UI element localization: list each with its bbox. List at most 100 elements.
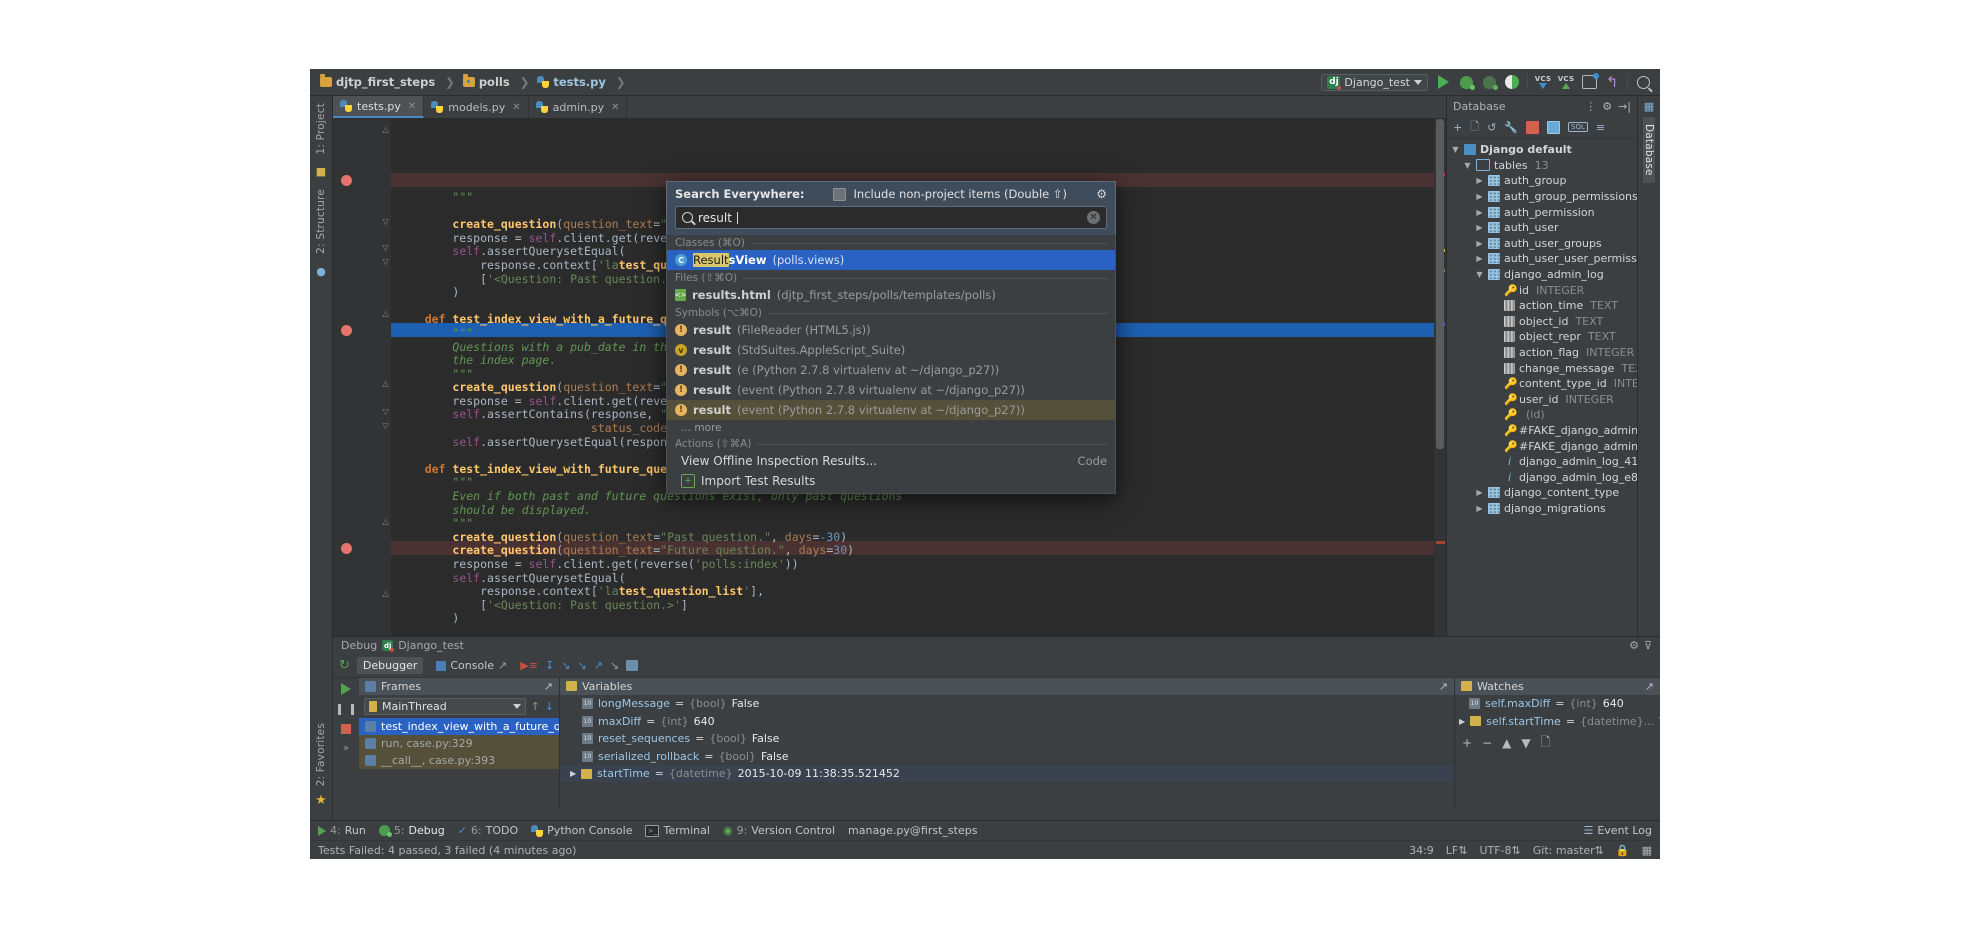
settings-icon[interactable]: ⚙ [1602,100,1612,113]
code-line[interactable]: ) [397,612,1434,626]
search-everywhere-popup[interactable]: Search Everywhere: Include non-project i… [666,181,1116,494]
more-results-link[interactable]: ... more [667,420,1115,436]
memory-icon[interactable]: ▦ [1642,844,1652,857]
breadcrumb-item-polls[interactable]: polls ❯ [461,75,536,89]
db-tree-node[interactable]: idjango_admin_log_e8701a [1447,469,1637,485]
tool-button-terminal[interactable]: >_ Terminal [645,824,710,837]
refresh-icon[interactable]: ↺ [1487,121,1496,134]
db-tree-node[interactable]: action_flagINTEGER [1447,345,1637,361]
lock-icon[interactable]: 🔒 [1616,844,1630,857]
db-tree-node[interactable]: 🔑user_idINTEGER [1447,392,1637,408]
add-datasource-button[interactable]: + [1453,121,1462,134]
hide-icon[interactable]: →| [1618,100,1631,113]
twisty-icon[interactable]: ▶ [1475,192,1484,201]
collapse-all-icon[interactable]: ≡ [1596,121,1605,134]
twisty-icon[interactable]: ▶ [1475,208,1484,217]
db-tree-node[interactable]: ▶auth_user_user_permissions [1447,251,1637,267]
db-tree-node[interactable]: 🔑content_type_idINTEGER [1447,376,1637,392]
tool-button-version-control[interactable]: ◉ 9: Version Control [723,824,835,837]
duplicate-button[interactable]: 🗋 [1470,118,1479,137]
arrow-up-icon[interactable]: ↑ [531,700,540,713]
variable-row[interactable]: ▶startTime={datetime}2015-10-09 11:38:35… [560,765,1454,783]
editor-scrollbar[interactable] [1434,119,1446,636]
search-result-item[interactable]: vresult(StdSuites.AppleScript_Suite) [667,340,1115,360]
rollback-button[interactable]: ↰ [1604,74,1620,90]
sidebar-item-favorites[interactable]: 2: Favorites [315,716,327,793]
code-editor[interactable]: △ ▽ ▽ ▽ △ △ ▽ ▽ △ △ """ create_qu [333,119,1446,636]
caret-position[interactable]: 34:9 [1409,844,1434,857]
fold-handle-icon[interactable]: △ [381,125,390,134]
copy-icon[interactable]: 🗋 [1541,733,1551,754]
fold-handle-icon[interactable]: ▽ [381,421,390,430]
db-tree-node[interactable]: ▼Django default [1447,142,1637,158]
arrow-down-icon[interactable]: ↓ [545,700,554,713]
run-to-cursor-icon[interactable]: ↘ [610,659,619,672]
chevron-down-icon[interactable] [513,704,521,709]
db-tree-node[interactable]: ▶auth_group_permissions [1447,189,1637,205]
twisty-icon[interactable]: ▶ [1475,504,1484,513]
vcs-update-button[interactable]: VCS [1535,74,1551,90]
variable-row[interactable]: 10longMessage={bool}False [560,695,1454,713]
gear-icon[interactable]: ⚙ [1096,187,1107,201]
tool-button-manage-py[interactable]: manage.py@first_steps [848,824,977,837]
tab-models-py[interactable]: models.py ✕ [424,96,528,118]
hierarchy-icon[interactable]: ● [316,265,326,278]
db-tree-node[interactable]: object_idTEXT [1447,314,1637,330]
step-into-icon[interactable]: ↘ [561,659,570,672]
sidebar-item-database[interactable]: Database [1643,117,1655,183]
db-tree-node[interactable]: change_messageTEXT [1447,360,1637,376]
code-line[interactable]: response = self.client.get(reverse('poll… [397,558,1434,572]
settings-icon[interactable]: ⚙ [1629,639,1639,652]
show-execution-point-icon[interactable]: ▶≡ [520,659,538,672]
db-tree-node[interactable]: ▶auth_permission [1447,204,1637,220]
action-item[interactable]: View Offline Inspection Results...Code [667,451,1115,471]
twisty-icon[interactable]: ▶ [1475,176,1484,185]
db-tree-node[interactable]: ▼tables13 [1447,158,1637,174]
fold-handle-icon[interactable]: △ [381,379,390,388]
close-icon[interactable]: ✕ [512,102,520,113]
code-line[interactable]: should be displayed. [397,504,1434,518]
settings-icon[interactable]: ↗ [1645,680,1654,693]
run-coverage-button[interactable] [1481,74,1497,90]
breadcrumb-item-file[interactable]: tests.py ❯ [535,75,631,89]
pause-icon[interactable] [338,704,354,715]
tool-button-todo[interactable]: ✓ 6: TODO [458,824,518,837]
fold-handle-icon[interactable]: ▽ [381,217,390,226]
tab-debugger[interactable]: Debugger [357,657,423,674]
settings-icon[interactable]: ↗ [544,680,553,693]
twisty-icon[interactable]: ▶ [1475,223,1484,232]
event-log-button[interactable]: ☰ Event Log [1583,824,1652,837]
code-line[interactable]: response.context['latest_question_list']… [397,585,1434,599]
fold-handle-icon[interactable]: △ [381,589,390,598]
db-tree-node[interactable]: action_timeTEXT [1447,298,1637,314]
sql-console-icon[interactable]: SQL [1568,122,1588,132]
add-watch-icon[interactable]: + [1462,736,1472,750]
file-encoding[interactable]: UTF-8⇅ [1479,844,1520,857]
commander-icon[interactable]: ■ [316,165,326,178]
frame-item[interactable]: __call__, case.py:393 [359,752,559,769]
run-configuration-selector[interactable]: dj Django_test [1321,74,1428,91]
breakpoint-icon[interactable] [341,543,352,554]
twisty-icon[interactable]: ▼ [1451,145,1460,154]
fold-handle-icon[interactable]: ▽ [381,243,390,252]
twisty-icon[interactable]: ▶ [1475,254,1484,263]
clear-icon[interactable]: ✕ [1087,211,1100,224]
evaluate-icon[interactable] [626,660,638,671]
fold-column[interactable]: △ ▽ ▽ ▽ △ △ ▽ ▽ △ △ [379,119,391,636]
search-everywhere-button[interactable] [1635,74,1651,90]
twisty-icon[interactable]: ▼ [1475,270,1484,279]
db-tree-node[interactable]: ▶django_migrations [1447,501,1637,517]
properties-icon[interactable]: 🔧 [1504,121,1518,134]
sidebar-item-project[interactable]: 1: Project [315,96,327,161]
db-tree-node[interactable]: object_reprTEXT [1447,329,1637,345]
code-line[interactable]: create_question(question_text="Future qu… [397,544,1434,558]
fold-handle-icon[interactable]: △ [381,309,390,318]
expand-arrow-icon[interactable]: ▶ [570,769,576,778]
watch-row[interactable]: 10self.maxDiff={int}640 [1455,695,1660,713]
db-tree-node[interactable]: 🔑idINTEGER [1447,282,1637,298]
run-button[interactable] [1435,74,1451,90]
vcs-commit-button[interactable]: VCS [1558,74,1574,90]
fold-handle-icon[interactable]: ▽ [381,407,390,416]
db-tree-node[interactable]: ▶auth_group [1447,173,1637,189]
fold-handle-icon[interactable]: ▽ [381,257,390,266]
